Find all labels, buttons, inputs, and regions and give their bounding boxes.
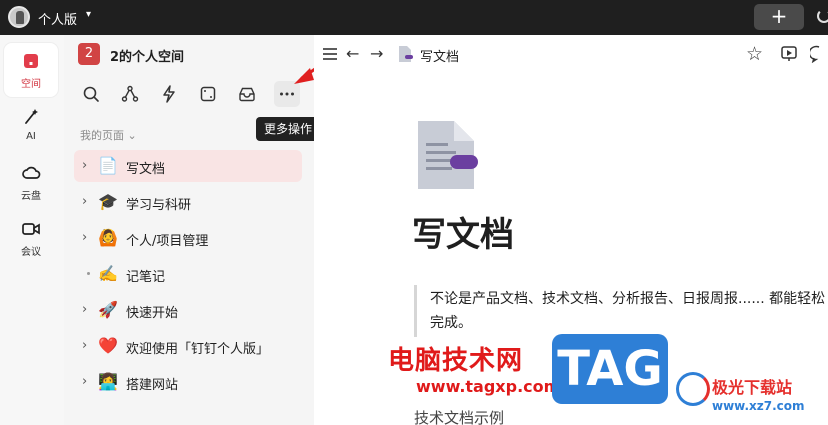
workspace-switcher-label[interactable]: 个人版 [38,9,77,28]
document-title[interactable]: 写文档 [412,207,514,256]
quick-actions-button[interactable] [156,81,182,107]
leaf-dot-icon [87,272,90,275]
rail-label: 空间 [21,79,41,90]
chevron-right-icon[interactable]: › [82,374,87,389]
graduation-cap-icon: 🎓 [98,192,118,211]
rail-item-space[interactable]: 空间 [4,43,58,97]
rail-item-cloud[interactable]: 云盘 [4,155,58,209]
rocket-icon: 🚀 [98,300,118,319]
faded-content-line[interactable]: 技术文档示例 [414,407,504,425]
tree-item-quickstart[interactable]: › 🚀 快速开始 [74,294,302,326]
graph-icon [121,85,139,102]
document-icon [399,46,413,62]
rail-label: 云盘 [21,191,41,202]
present-icon[interactable] [780,45,798,63]
search-button[interactable] [78,81,104,107]
inbox-button[interactable] [234,81,260,107]
comment-icon[interactable] [810,45,828,63]
lightning-icon [163,85,175,103]
cloud-icon [22,166,41,179]
video-icon [22,223,40,235]
chevron-right-icon[interactable]: › [82,230,87,245]
watermark-logo-icon [676,372,710,406]
heart-icon: ❤️ [98,336,118,355]
watermark-text-2: 极光下载站 [712,378,793,397]
sidebar: 2 2的个人空间 更多操作 我的页面 ⌄ › 📄 写文档 › 🎓 学习与科研 ›… [64,35,320,425]
document-icon: 📄 [98,156,118,175]
inbox-icon [239,87,255,102]
space-title[interactable]: 2的个人空间 [110,46,184,65]
watermark-url-2: www.xz7.com [712,399,805,413]
tree-item-study[interactable]: › 🎓 学习与科研 [74,186,302,218]
search-icon [83,86,99,102]
tree-item-label: 写文档 [126,162,166,177]
tree-item-label: 学习与科研 [126,198,192,213]
document-large-icon [418,121,478,189]
tree-item-write-doc[interactable]: › 📄 写文档 [74,150,302,182]
star-icon[interactable]: ☆ [746,43,763,65]
tree-item-label: 快速开始 [126,306,179,321]
technologist-icon: 👩‍💻 [98,372,118,391]
power-icon[interactable] [817,9,828,23]
tree-item-label: 个人/项目管理 [126,234,209,249]
rail-item-meeting[interactable]: 会议 [4,211,58,265]
ai-wand-icon [25,109,38,124]
space-icon [24,54,38,68]
new-button[interactable]: + [754,4,804,30]
breadcrumb-title[interactable]: 写文档 [420,46,459,65]
my-pages-section-label[interactable]: 我的页面 ⌄ [80,127,137,143]
back-arrow-icon[interactable]: ← [346,44,359,63]
chevron-right-icon[interactable]: › [82,338,87,353]
chevron-right-icon[interactable]: › [82,158,87,173]
rail-item-ai[interactable]: AI [4,99,58,153]
tree-item-website[interactable]: › 👩‍💻 搭建网站 [74,366,302,398]
left-rail: 空间 AI 云盘 会议 [0,35,64,425]
space-badge[interactable]: 2 [78,43,100,65]
title-bar: 个人版 ▾ + [0,0,828,35]
tree-item-label: 欢迎使用「钉钉个人版」 [126,342,270,357]
watermark-text: 电脑技术网 [388,346,524,376]
tree-item-notes[interactable]: ✍️ 记笔记 [74,258,302,290]
frame-icon [200,86,216,102]
forward-arrow-icon[interactable]: → [370,44,383,63]
user-avatar[interactable] [8,6,30,28]
watermark-tag-logo: TAG [552,334,668,404]
quote-bar [414,285,417,337]
quote-text[interactable]: 不论是产品文档、技术文档、分析报告、日报周报...... 都能轻松完成。 [430,287,828,335]
template-button[interactable] [195,81,221,107]
menu-icon[interactable] [322,47,338,61]
rail-label: AI [26,131,36,142]
graph-button[interactable] [117,81,143,107]
person-gesture-icon: 🙆 [98,228,118,247]
tree-item-label: 记笔记 [126,270,166,285]
chevron-down-icon[interactable]: ▾ [86,9,91,20]
chevron-right-icon[interactable]: › [82,194,87,209]
more-actions-tooltip: 更多操作 [256,117,320,141]
writing-hand-icon: ✍️ [98,264,118,283]
tree-item-project[interactable]: › 🙆 个人/项目管理 [74,222,302,254]
chevron-right-icon[interactable]: › [82,302,87,317]
tree-item-label: 搭建网站 [126,378,179,393]
rail-label: 会议 [21,247,41,258]
tree-item-welcome[interactable]: › ❤️ 欢迎使用「钉钉个人版」 [74,330,302,362]
watermark-url: www.tagxp.com [416,377,561,396]
